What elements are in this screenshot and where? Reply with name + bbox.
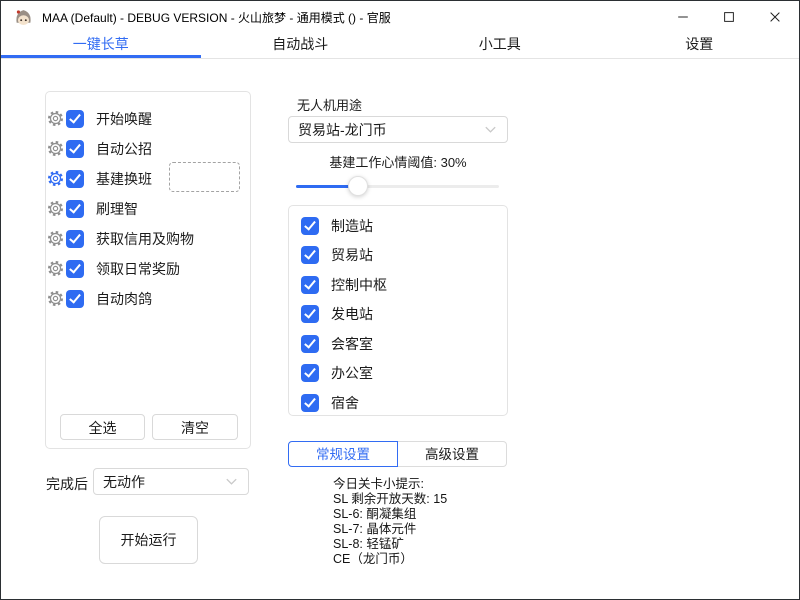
facility-checkbox[interactable] xyxy=(301,246,319,264)
task-checkbox[interactable] xyxy=(66,170,84,188)
task-settings-button[interactable] xyxy=(46,199,65,218)
tip-line: CE（龙门币） xyxy=(333,552,447,567)
task-label: 刷理智 xyxy=(96,199,138,219)
task-row: 自动公招 xyxy=(66,140,152,158)
gear-icon xyxy=(46,109,65,128)
facility-label: 宿舍 xyxy=(331,393,359,413)
start-run-button[interactable]: 开始运行 xyxy=(99,516,198,564)
tab-toolbox[interactable]: 小工具 xyxy=(400,33,600,58)
clear-button[interactable]: 清空 xyxy=(152,414,238,440)
facility-label: 制造站 xyxy=(331,216,373,236)
tip-line: SL-7: 晶体元件 xyxy=(333,522,447,537)
focus-outline xyxy=(169,162,240,192)
facility-row: 发电站 xyxy=(301,305,373,323)
stage-tips: 今日关卡小提示: SL 剩余开放天数: 15 SL-6: 酮凝集组 SL-7: … xyxy=(333,477,447,567)
facility-row: 控制中枢 xyxy=(301,276,387,294)
tip-line: SL 剩余开放天数: 15 xyxy=(333,492,447,507)
mood-threshold-label: 基建工作心情阈值: 30% xyxy=(288,152,508,171)
facility-checkbox[interactable] xyxy=(301,335,319,353)
window-title: MAA (Default) - DEBUG VERSION - 火山旅梦 - 通… xyxy=(42,9,391,26)
chevron-down-icon xyxy=(224,474,239,489)
gear-icon xyxy=(46,199,65,218)
facility-checkbox[interactable] xyxy=(301,217,319,235)
facility-panel: 制造站 贸易站 控制中枢 发电站 会客室 办公室 宿舍 xyxy=(288,205,508,416)
advanced-settings-tab[interactable]: 高级设置 xyxy=(398,441,507,467)
facility-row: 贸易站 xyxy=(301,246,373,264)
after-completion-label: 完成后 xyxy=(46,474,88,494)
task-row: 领取日常奖励 xyxy=(66,260,180,278)
facility-checkbox[interactable] xyxy=(301,305,319,323)
close-button[interactable] xyxy=(752,2,798,32)
close-icon xyxy=(768,10,782,24)
maximize-icon xyxy=(722,10,736,24)
task-checkbox[interactable] xyxy=(66,260,84,278)
tip-line: SL-6: 酮凝集组 xyxy=(333,507,447,522)
facility-row: 会客室 xyxy=(301,335,373,353)
tab-farming[interactable]: 一键长草 xyxy=(1,33,201,58)
facility-checkbox[interactable] xyxy=(301,364,319,382)
general-settings-tab[interactable]: 常规设置 xyxy=(288,441,398,467)
task-label: 基建换班 xyxy=(96,169,152,189)
facility-row: 办公室 xyxy=(301,364,373,382)
task-settings-button[interactable] xyxy=(46,139,65,158)
task-label: 自动公招 xyxy=(96,139,152,159)
tip-line: SL-8: 轻锰矿 xyxy=(333,537,447,552)
gear-icon xyxy=(46,169,65,188)
facility-checkbox[interactable] xyxy=(301,394,319,412)
maximize-button[interactable] xyxy=(706,2,752,32)
facility-label: 会客室 xyxy=(331,334,373,354)
facility-row: 宿舍 xyxy=(301,394,359,412)
after-completion-dropdown[interactable]: 无动作 xyxy=(93,468,249,495)
task-row: 刷理智 xyxy=(66,200,138,218)
tip-line: 今日关卡小提示: xyxy=(333,477,447,492)
task-row: 自动肉鸽 xyxy=(66,290,152,308)
task-checkbox[interactable] xyxy=(66,200,84,218)
mood-slider-thumb[interactable] xyxy=(348,176,368,196)
after-completion-value: 无动作 xyxy=(103,472,145,492)
facility-row: 制造站 xyxy=(301,217,373,235)
task-settings-button[interactable] xyxy=(46,109,65,128)
task-checkbox[interactable] xyxy=(66,140,84,158)
facility-checkbox[interactable] xyxy=(301,276,319,294)
drone-usage-dropdown[interactable]: 贸易站-龙门币 xyxy=(288,116,508,143)
facility-label: 控制中枢 xyxy=(331,275,387,295)
facility-label: 发电站 xyxy=(331,304,373,324)
task-settings-button[interactable] xyxy=(46,289,65,308)
task-panel: 开始唤醒 自动公招 基建换班 刷理智 获取信用及购物 领取日常奖励 自动肉鸽 xyxy=(45,91,251,449)
task-label: 领取日常奖励 xyxy=(96,259,180,279)
task-label: 获取信用及购物 xyxy=(96,229,194,249)
tab-settings[interactable]: 设置 xyxy=(600,33,800,58)
gear-icon xyxy=(46,259,65,278)
gear-icon xyxy=(46,139,65,158)
main-tabbar: 一键长草 自动战斗 小工具 设置 xyxy=(1,33,799,59)
select-all-button[interactable]: 全选 xyxy=(60,414,145,440)
minimize-icon xyxy=(676,10,690,24)
facility-label: 办公室 xyxy=(331,363,373,383)
chevron-down-icon xyxy=(483,122,498,137)
task-checkbox[interactable] xyxy=(66,290,84,308)
task-row: 获取信用及购物 xyxy=(66,230,194,248)
task-settings-button[interactable] xyxy=(46,169,65,188)
task-settings-button[interactable] xyxy=(46,229,65,248)
task-settings-button[interactable] xyxy=(46,259,65,278)
maa-window: MAA (Default) - DEBUG VERSION - 火山旅梦 - 通… xyxy=(0,0,800,600)
drone-usage-value: 贸易站-龙门币 xyxy=(298,120,387,140)
drone-usage-label: 无人机用途 xyxy=(297,95,362,114)
task-row: 基建换班 xyxy=(66,170,152,188)
task-checkbox[interactable] xyxy=(66,110,84,128)
gear-icon xyxy=(46,229,65,248)
task-checkbox[interactable] xyxy=(66,230,84,248)
task-label: 开始唤醒 xyxy=(96,109,152,129)
gear-icon xyxy=(46,289,65,308)
task-label: 自动肉鸽 xyxy=(96,289,152,309)
minimize-button[interactable] xyxy=(660,2,706,32)
task-row: 开始唤醒 xyxy=(66,110,152,128)
facility-label: 贸易站 xyxy=(331,245,373,265)
tab-copilot[interactable]: 自动战斗 xyxy=(201,33,401,58)
app-icon xyxy=(14,8,33,27)
